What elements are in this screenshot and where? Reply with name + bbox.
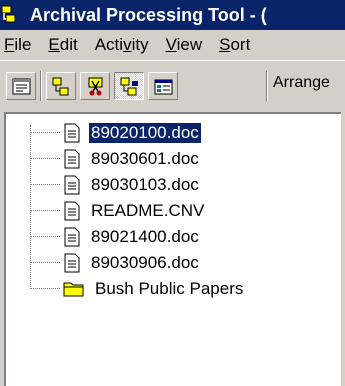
menu-bar: File Edit Activity View Sort (0, 30, 345, 60)
scissors-icon (88, 77, 103, 96)
toolbar-separator (40, 71, 42, 101)
tree-item-label: README.CNV (91, 201, 205, 220)
properties-icon (12, 78, 31, 95)
document-icon (64, 149, 80, 169)
document-icon (64, 175, 80, 195)
tree-item[interactable]: README.CNV (6, 198, 341, 224)
details-view-icon (154, 79, 173, 95)
window-title: Archival Processing Tool - ( (30, 4, 267, 25)
tree-item[interactable]: 89020100.doc (6, 120, 341, 146)
cut-button[interactable] (80, 72, 110, 100)
menu-file[interactable]: File (4, 35, 31, 55)
tree-item-label: 89021400.doc (91, 227, 199, 246)
menu-activity[interactable]: Activity (95, 35, 149, 55)
title-bar: Archival Processing Tool - ( (0, 0, 345, 30)
tree-item-label: 89030906.doc (91, 253, 199, 272)
menu-edit[interactable]: Edit (48, 35, 77, 55)
toolbar: Arrange (0, 60, 345, 111)
menu-sort[interactable]: Sort (219, 35, 250, 55)
tree-item-label: 89030601.doc (91, 149, 199, 168)
tree-view-button[interactable] (46, 72, 76, 100)
list-view-button[interactable] (148, 72, 178, 100)
tree-select-icon (120, 77, 138, 96)
tree-view-icon (52, 77, 69, 96)
app-icon[interactable] (1, 4, 24, 26)
file-tree[interactable]: 89020100.doc 89030601.doc 89030103.doc R… (4, 112, 341, 386)
tree-item[interactable]: 89030601.doc (6, 146, 341, 172)
tree-item[interactable]: 89030906.doc (6, 250, 341, 276)
arrange-label: Arrange (273, 74, 330, 91)
properties-button[interactable] (6, 72, 36, 100)
tree-item-label: 89030103.doc (91, 175, 199, 194)
document-icon (64, 201, 80, 221)
tree-item-label: Bush Public Papers (95, 279, 244, 298)
menu-view[interactable]: View (166, 35, 203, 55)
tree-item[interactable]: 89030103.doc (6, 172, 341, 198)
document-icon (64, 227, 80, 247)
folder-icon (63, 282, 84, 297)
tree-item[interactable]: 89021400.doc (6, 224, 341, 250)
document-icon (64, 253, 80, 273)
document-icon (64, 123, 80, 143)
tree-item-label: 89020100.doc (89, 123, 201, 143)
tree-item[interactable]: Bush Public Papers (6, 276, 341, 302)
toolbar-separator (266, 71, 268, 101)
selected-view-button[interactable] (114, 72, 144, 100)
